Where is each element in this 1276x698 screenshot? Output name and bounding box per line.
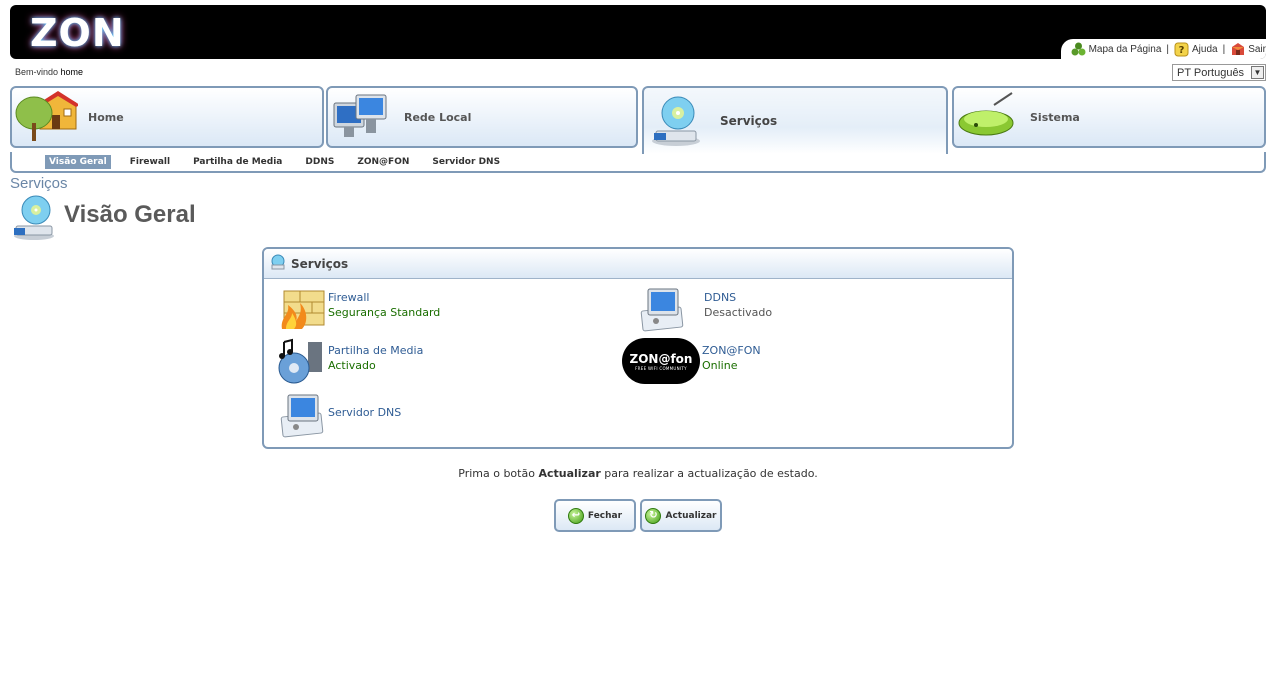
service-firewall-status: Segurança Standard (328, 306, 441, 319)
computers-icon (330, 89, 394, 145)
sub-navigation: Visão Geral Firewall Partilha de Media D… (10, 152, 1266, 173)
language-select[interactable]: PT Português ▼ (1172, 64, 1266, 81)
close-button-label: Fechar (587, 510, 623, 521)
help-link[interactable]: ? Ajuda (1174, 42, 1218, 57)
service-zonfon: ZON@fon FREE WIFI COMMUNITY ZON@FON Onli… (622, 338, 761, 384)
tab-system[interactable]: Sistema (952, 86, 1266, 148)
router-icon (956, 89, 1020, 145)
close-icon: ↩ (567, 507, 584, 524)
exit-link[interactable]: Sair (1230, 42, 1266, 57)
tab-home-label: Home (88, 110, 124, 124)
zon-logo: ZON (30, 11, 125, 55)
subtab-zonfon[interactable]: ZON@FON (353, 155, 413, 169)
subtab-ddns[interactable]: DDNS (301, 155, 338, 169)
service-ddns-status: Desactivado (704, 306, 773, 319)
breadcrumb: Serviços (10, 175, 68, 192)
page-title: Visão Geral (64, 201, 196, 228)
service-media-share-link[interactable]: Partilha de Media (328, 343, 423, 358)
tab-system-label: Sistema (1030, 110, 1080, 124)
services-panel: Serviços Firewall Segurança Standard DDN… (262, 247, 1014, 449)
language-select-value: PT Português (1177, 66, 1245, 79)
tab-local-network[interactable]: Rede Local (326, 86, 638, 148)
tab-local-network-label: Rede Local (404, 110, 472, 124)
close-button[interactable]: ↩ Fechar (554, 499, 636, 532)
service-ddns-link[interactable]: DDNS (704, 290, 772, 305)
service-media-share: Partilha de Media Activado (278, 338, 423, 386)
zonfon-logo: ZON@fon FREE WIFI COMMUNITY (622, 338, 700, 384)
services-panel-title: Serviços (291, 256, 349, 271)
svg-text:?: ? (1179, 45, 1185, 56)
media-share-icon (278, 338, 326, 386)
dns-server-icon (278, 391, 326, 439)
subtab-dns-server[interactable]: Servidor DNS (428, 155, 504, 169)
service-media-share-status: Activado (328, 359, 376, 372)
service-zonfon-status: Online (702, 359, 738, 372)
services-panel-header: Serviços (264, 249, 1012, 279)
welcome-text: Bem-vindo home (15, 67, 84, 77)
refresh-instructions: Prima o botão Actualizar para realizar a… (458, 467, 818, 480)
exit-icon (1230, 42, 1245, 57)
service-firewall: Firewall Segurança Standard (278, 285, 440, 333)
chevron-down-icon[interactable]: ▼ (1251, 66, 1264, 79)
sitemap-icon (1071, 42, 1086, 57)
tab-services[interactable]: Serviços (642, 86, 948, 154)
service-dns-server: Servidor DNS (278, 391, 401, 439)
tab-home[interactable]: Home (10, 86, 324, 148)
subtab-media-share[interactable]: Partilha de Media (189, 155, 286, 169)
subtab-overview[interactable]: Visão Geral (45, 154, 111, 169)
sitemap-link-label: Mapa da Página (1088, 44, 1162, 55)
house-tree-icon (14, 89, 80, 145)
subtab-firewall[interactable]: Firewall (126, 155, 174, 169)
help-icon: ? (1174, 42, 1189, 57)
firewall-icon (278, 285, 326, 333)
service-ddns: DDNS Desactivado (638, 285, 772, 333)
refresh-button-label: Actualizar (665, 510, 717, 521)
help-link-label: Ajuda (1192, 44, 1218, 55)
sitemap-link[interactable]: Mapa da Página (1071, 42, 1162, 57)
tab-services-label: Serviços (720, 114, 778, 128)
username: home (60, 67, 84, 77)
refresh-icon: ↻ (645, 507, 662, 524)
service-zonfon-link[interactable]: ZON@FON (702, 343, 761, 358)
exit-link-label: Sair (1248, 44, 1266, 55)
ddns-icon (638, 285, 686, 333)
refresh-button[interactable]: ↻ Actualizar (640, 499, 722, 532)
service-firewall-link[interactable]: Firewall (328, 290, 440, 305)
service-dns-server-link[interactable]: Servidor DNS (328, 405, 401, 420)
disc-services-icon (646, 93, 710, 149)
disc-services-icon (12, 192, 56, 242)
top-links: Mapa da Página | ? Ajuda | Sair (1071, 42, 1266, 57)
services-small-icon (270, 254, 286, 274)
